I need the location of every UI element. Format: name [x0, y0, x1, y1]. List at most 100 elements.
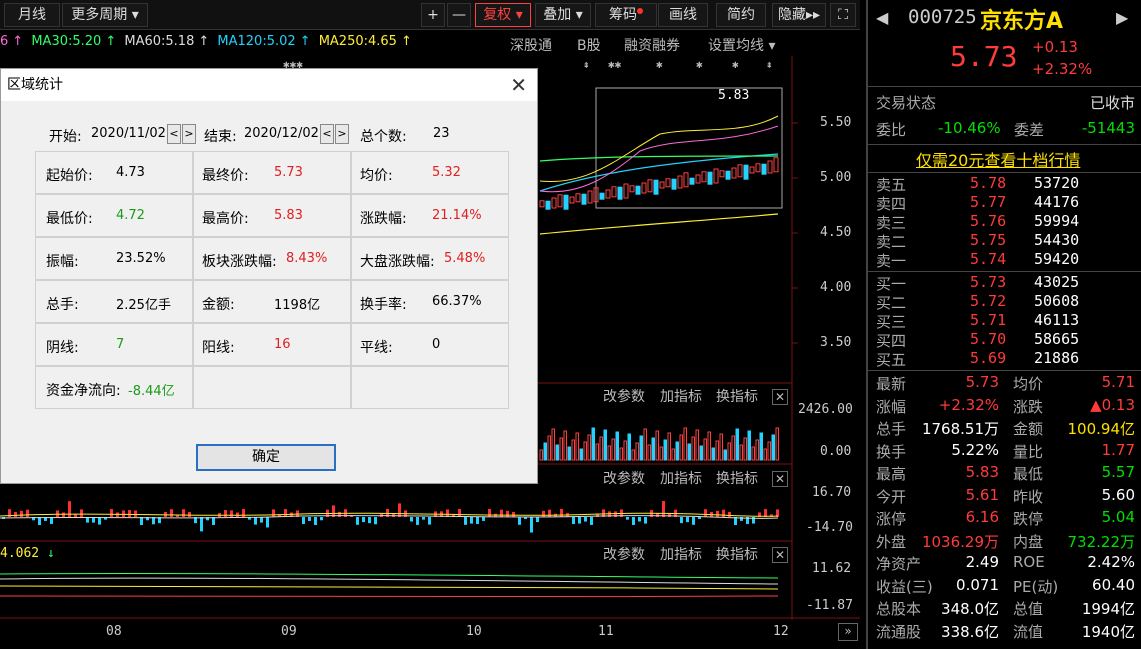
- macd-bar: [560, 509, 563, 517]
- forward-arrow-icon[interactable]: ▶: [1116, 8, 1128, 27]
- tab-hk-connect[interactable]: 深股通: [510, 35, 552, 55]
- tab-set-ma[interactable]: 设置均线 ▾: [708, 35, 775, 55]
- notification-dot-icon: [637, 8, 643, 14]
- tab-b-shares[interactable]: B股: [577, 35, 601, 55]
- stat-cell-value: 4.72: [116, 208, 145, 223]
- macd-modify-params[interactable]: 改参数: [603, 468, 645, 488]
- close-icon[interactable]: ✕: [772, 389, 788, 405]
- fullscreen-icon[interactable]: ⛶: [830, 3, 856, 27]
- range-high-label: 5.83: [718, 88, 750, 103]
- stat-cell-value: 21.14%: [432, 208, 482, 223]
- candle: [683, 172, 689, 188]
- stat-cell: 阳线: 16: [193, 323, 351, 366]
- macd-bar: [644, 517, 647, 524]
- candle: [731, 167, 737, 179]
- volume-bar: [727, 442, 731, 461]
- ind-modify-params[interactable]: 改参数: [603, 544, 645, 564]
- candle: [581, 193, 587, 205]
- double-arrow-right-icon: ▸▸: [805, 7, 821, 23]
- vol-add-indicator[interactable]: 加指标: [660, 386, 702, 406]
- ok-button[interactable]: 确定: [196, 444, 336, 471]
- x-tick: 09: [281, 624, 297, 639]
- macd-bar: [542, 510, 545, 517]
- close-icon[interactable]: ✕: [772, 547, 788, 563]
- ind-change-indicator[interactable]: 换指标: [716, 544, 758, 564]
- event-marker-icon[interactable]: ✱: [656, 58, 663, 71]
- up-arrow-icon: ↑: [400, 34, 412, 49]
- scroll-right-icon[interactable]: »: [838, 623, 858, 641]
- macd-bar: [722, 509, 725, 517]
- back-arrow-icon[interactable]: ◀: [876, 8, 888, 27]
- stat-value: ▲0.13: [1090, 395, 1135, 414]
- stat-label: 均价: [1013, 375, 1044, 393]
- candle: [539, 200, 545, 208]
- zoom-in-button[interactable]: +: [421, 3, 445, 27]
- macd-bars: [2, 501, 779, 533]
- macd-bar: [482, 517, 485, 521]
- monthly-button[interactable]: 月线: [4, 3, 60, 27]
- macd-change-indicator[interactable]: 换指标: [716, 468, 758, 488]
- x-tick: 10: [466, 624, 482, 639]
- macd-bar: [698, 517, 701, 520]
- vol-change-indicator[interactable]: 换指标: [716, 386, 758, 406]
- macd-bar: [422, 517, 425, 520]
- event-marker-icon[interactable]: ✱: [732, 58, 739, 71]
- candle: [617, 186, 623, 200]
- dialog-title: 区域统计: [1, 69, 537, 101]
- stat-value: 5.71: [1101, 373, 1135, 391]
- stat-cell: [351, 366, 509, 409]
- volume-bar: [655, 430, 659, 461]
- ind-add-indicator[interactable]: 加指标: [660, 544, 702, 564]
- stat-cell: 大盘涨跌幅: 5.48%: [351, 237, 509, 280]
- overlay-dropdown[interactable]: 叠加 ▾: [535, 3, 591, 27]
- macd-bar: [638, 517, 641, 522]
- stat-value: 0.071: [956, 575, 999, 594]
- stat-cell: 涨跌幅: 21.14%: [351, 194, 509, 237]
- tab-margin-trading[interactable]: 融资融券: [624, 35, 680, 55]
- start-next-button[interactable]: >: [182, 124, 196, 144]
- stat-label: 总手: [876, 420, 907, 438]
- zoom-out-button[interactable]: —: [447, 3, 471, 27]
- vol-modify-params[interactable]: 改参数: [603, 386, 645, 406]
- x-tick: 12: [773, 624, 789, 639]
- simple-mode-button[interactable]: 简约: [716, 3, 766, 27]
- macd-bar: [668, 513, 671, 517]
- event-marker-icon[interactable]: ✱✱: [608, 58, 621, 71]
- hide-button[interactable]: 隐藏▸▸: [772, 3, 826, 27]
- chips-button[interactable]: 筹码: [595, 3, 657, 27]
- more-periods-dropdown[interactable]: 更多周期 ▾: [62, 3, 148, 27]
- ma20-tail: 6: [0, 34, 9, 49]
- level-label: 买五: [876, 351, 907, 369]
- start-prev-button[interactable]: <: [167, 124, 181, 144]
- event-marker-icon[interactable]: ⇞: [583, 58, 590, 71]
- fuquan-dropdown[interactable]: 复权 ▾: [475, 3, 531, 27]
- candle: [659, 181, 665, 189]
- stat-cell-label: 资金净流向:: [46, 383, 121, 399]
- close-icon[interactable]: ✕: [510, 73, 527, 97]
- end-next-button[interactable]: >: [335, 124, 349, 144]
- stat-cell-label: 板块涨跌幅:: [202, 254, 277, 270]
- chevron-down-icon: ▾: [131, 7, 139, 23]
- stat-value: 1036.29万: [921, 532, 999, 551]
- event-marker-icon[interactable]: ⇞: [766, 58, 773, 71]
- candle: [707, 171, 713, 185]
- range-stats-dialog: 区域统计 ✕ 开始: 2020/11/02 < > 结束: 2020/12/02…: [0, 68, 538, 484]
- macd-bar: [38, 517, 41, 525]
- end-prev-button[interactable]: <: [320, 124, 334, 144]
- volume-bar: [643, 428, 647, 461]
- stat-label: 流通股: [876, 622, 922, 641]
- promo-link[interactable]: 仅需20元查看十档行情: [916, 147, 1080, 171]
- macd-bar: [692, 517, 695, 525]
- indicator-tick: -11.87: [806, 598, 853, 613]
- stat-label: 收益(三): [876, 577, 933, 596]
- draw-line-button[interactable]: 画线: [658, 3, 708, 27]
- macd-add-indicator[interactable]: 加指标: [660, 468, 702, 488]
- macd-tick: -14.70: [806, 520, 853, 535]
- indicator-tick: 11.62: [812, 561, 852, 576]
- price-tick: 5.50: [820, 115, 852, 130]
- close-icon[interactable]: ✕: [772, 471, 788, 487]
- stat-value: 5.57: [1101, 463, 1135, 481]
- candle: [755, 163, 761, 173]
- event-marker-icon[interactable]: ✱: [696, 58, 703, 71]
- candle: [689, 177, 695, 185]
